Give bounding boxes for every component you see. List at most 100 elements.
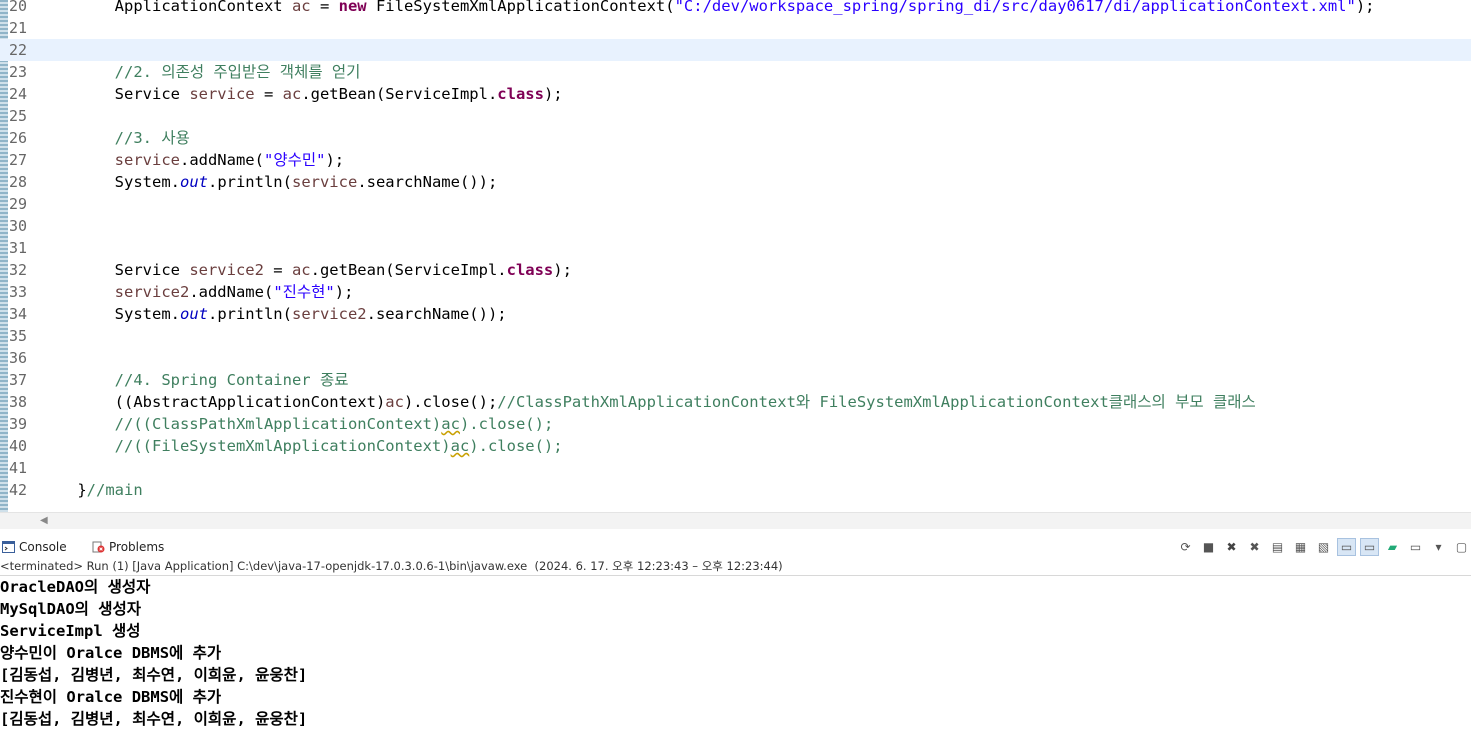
code-text: ((AbstractApplicationContext)ac).close()… <box>40 391 1256 413</box>
display-console-icon[interactable]: ▭ <box>1406 538 1425 556</box>
console-output-line: [김동섭, 김병년, 최수연, 이희윤, 윤웅찬] <box>0 666 308 684</box>
line-number: 31 <box>9 239 28 257</box>
code-token: service <box>291 173 358 191</box>
code-text: service2.addName("진수현"); <box>40 281 354 303</box>
code-token: ((AbstractApplicationContext) <box>40 393 386 411</box>
code-token: ); <box>334 283 354 301</box>
line-number: 38 <box>9 393 28 411</box>
console-icon <box>2 541 15 553</box>
word-wrap-icon[interactable]: ▧ <box>1314 538 1333 556</box>
show-on-stdout-icon[interactable]: ▭ <box>1337 538 1356 556</box>
code-text: //2. 의존성 주입받은 객체를 얻기 <box>40 61 361 83</box>
line-number: 27 <box>9 151 28 169</box>
code-token: ac <box>282 85 302 103</box>
code-line: 32 Service service2 = ac.getBean(Service… <box>0 259 1471 281</box>
line-number: 39 <box>9 415 28 433</box>
code-token: Service <box>40 85 190 103</box>
console-status: <terminated> Run (1) [Java Application] … <box>0 558 1471 576</box>
line-number: 37 <box>9 371 28 389</box>
code-token: ); <box>543 85 563 103</box>
line-number: 36 <box>9 349 28 367</box>
horizontal-scrollbar[interactable]: ◀ <box>0 512 1471 529</box>
console-output-line: 진수현이 Oralce DBMS에 추가 <box>0 688 222 706</box>
console-output-line: OracleDAO의 생성자 <box>0 578 151 596</box>
code-line: 29 <box>0 193 1471 215</box>
line-number: 22 <box>9 41 28 59</box>
code-token: Service <box>40 261 190 279</box>
code-lines: 20 ApplicationContext ac = new FileSyste… <box>0 0 1471 501</box>
code-token: .println( <box>207 173 292 191</box>
show-on-stderr-icon[interactable]: ▭ <box>1360 538 1379 556</box>
open-console-icon[interactable]: ▢ <box>1452 538 1471 556</box>
code-token: FileSystemXmlApplicationContext( <box>366 0 675 15</box>
code-token: ac <box>450 437 470 455</box>
code-text: //((FileSystemXmlApplicationContext)ac).… <box>40 435 563 457</box>
code-token: .getBean(ServiceImpl. <box>301 85 498 103</box>
code-line: 37 //4. Spring Container 종료 <box>0 369 1471 391</box>
code-line: 23 //2. 의존성 주입받은 객체를 얻기 <box>0 61 1471 83</box>
code-token: //((FileSystemXmlApplicationContext) <box>40 437 451 455</box>
code-line: 34 System.out.println(service2.searchNam… <box>0 303 1471 325</box>
console-output-line: [김동섭, 김병년, 최수연, 이희윤, 윤웅찬] <box>0 710 308 728</box>
code-token: .searchName()); <box>366 305 507 323</box>
code-token: ); <box>1355 0 1375 15</box>
code-token: //((ClassPathXmlApplicationContext) <box>40 415 442 433</box>
tab-problems[interactable]: Problems <box>92 538 164 556</box>
console-output[interactable]: OracleDAO의 생성자 MySqlDAO의 생성자 ServiceImpl 생… <box>0 576 1471 730</box>
code-token: //4. Spring Container 종료 <box>40 371 349 389</box>
code-text: //((ClassPathXmlApplicationContext)ac).c… <box>40 413 554 435</box>
line-number: 23 <box>9 63 28 81</box>
line-number: 41 <box>9 459 28 477</box>
code-text: Service service = ac.getBean(ServiceImpl… <box>40 83 563 105</box>
code-line: 42 }//main <box>0 479 1471 501</box>
code-token: ac <box>291 261 311 279</box>
console-output-line: 양수민이 Oralce DBMS에 추가 <box>0 644 222 662</box>
code-token: //main <box>86 481 143 499</box>
code-token: ).close(); <box>459 415 554 433</box>
line-number: 24 <box>9 85 28 103</box>
line-number: 28 <box>9 173 28 191</box>
code-text: System.out.println(service2.searchName()… <box>40 303 507 325</box>
tab-console[interactable]: Console <box>2 538 67 556</box>
problems-icon <box>92 541 105 553</box>
code-line: 36 <box>0 347 1471 369</box>
code-token: System. <box>40 305 180 323</box>
code-line: 20 ApplicationContext ac = new FileSyste… <box>0 0 1471 17</box>
remove-all-terminated-icon[interactable]: ✖ <box>1245 538 1264 556</box>
code-editor[interactable]: 20 ApplicationContext ac = new FileSyste… <box>0 0 1471 512</box>
line-number: 34 <box>9 305 28 323</box>
terminate-icon[interactable]: ■ <box>1199 538 1218 556</box>
line-number: 33 <box>9 283 28 301</box>
code-text: //4. Spring Container 종료 <box>40 369 349 391</box>
tab-problems-label: Problems <box>109 540 165 554</box>
code-token: out <box>179 173 208 191</box>
chevron-down-icon[interactable]: ▾ <box>1429 538 1448 556</box>
code-line: 21 <box>0 17 1471 39</box>
scroll-left-icon[interactable]: ◀ <box>40 515 48 526</box>
code-token: //3. 사용 <box>40 129 190 147</box>
remove-launch-icon[interactable]: ⟳ <box>1176 538 1195 556</box>
code-token: class <box>497 85 544 103</box>
code-token: //ClassPathXmlApplicationContext와 FileSy… <box>497 393 1256 411</box>
code-token: ).close(); <box>469 437 563 455</box>
remove-all-icon[interactable]: ✖ <box>1222 538 1241 556</box>
code-text: System.out.println(service.searchName())… <box>40 171 498 193</box>
code-token: //2. 의존성 주입받은 객체를 얻기 <box>40 63 361 81</box>
code-token: ).close(); <box>403 393 498 411</box>
code-token: service2 <box>114 283 190 301</box>
scroll-lock-icon[interactable]: ▦ <box>1291 538 1310 556</box>
code-token: service2 <box>291 305 367 323</box>
line-number: 32 <box>9 261 28 279</box>
code-token: "C:/dev/workspace_spring/spring_di/src/d… <box>674 0 1356 15</box>
code-token: System. <box>40 173 180 191</box>
code-line: 41 <box>0 457 1471 479</box>
console-tab-bar: Console Problems ⟳ ■ ✖ ✖ ▤ ▦ ▧ ▭ ▭ ▰ ▭ ▾… <box>0 536 1471 558</box>
code-line: 30 <box>0 215 1471 237</box>
code-line: 28 System.out.println(service.searchName… <box>0 171 1471 193</box>
code-token: ac <box>441 415 460 433</box>
pin-console-icon[interactable]: ▰ <box>1383 538 1402 556</box>
line-number: 26 <box>9 129 28 147</box>
code-token: ); <box>325 151 345 169</box>
clear-console-icon[interactable]: ▤ <box>1268 538 1287 556</box>
